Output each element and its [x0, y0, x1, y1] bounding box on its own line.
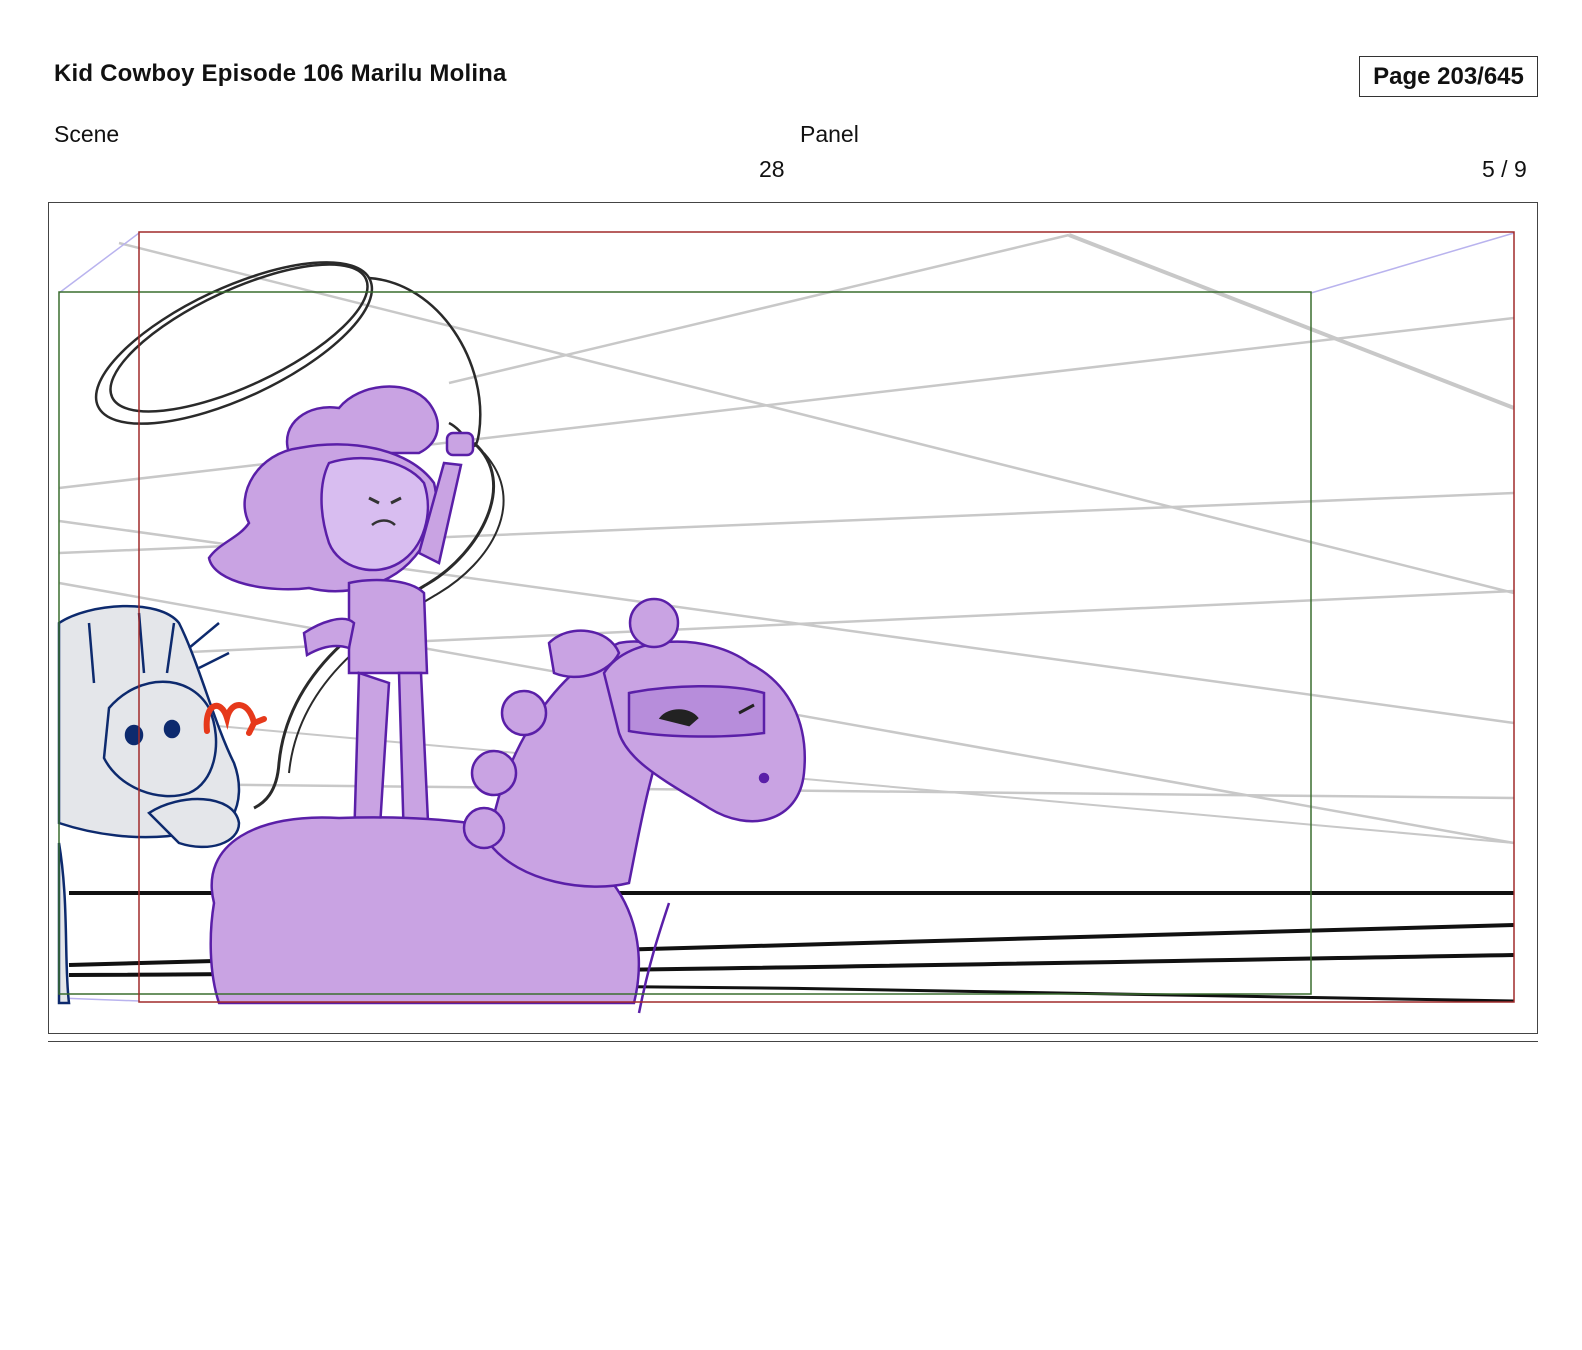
page-divider	[48, 1041, 1538, 1042]
girl-character	[207, 385, 475, 845]
storyboard-sketch-image	[57, 231, 1515, 1014]
panel-label: Panel	[800, 121, 859, 147]
scene-number: 28	[759, 156, 785, 182]
panel-number: 5 / 9	[1482, 156, 1527, 182]
page-number-badge: Page 203/645	[1359, 56, 1538, 97]
document-title: Kid Cowboy Episode 106 Marilu Molina	[54, 60, 507, 87]
scene-label: Scene	[54, 121, 120, 147]
pony-character	[209, 597, 806, 1014]
storyboard-panel	[48, 202, 1538, 1034]
